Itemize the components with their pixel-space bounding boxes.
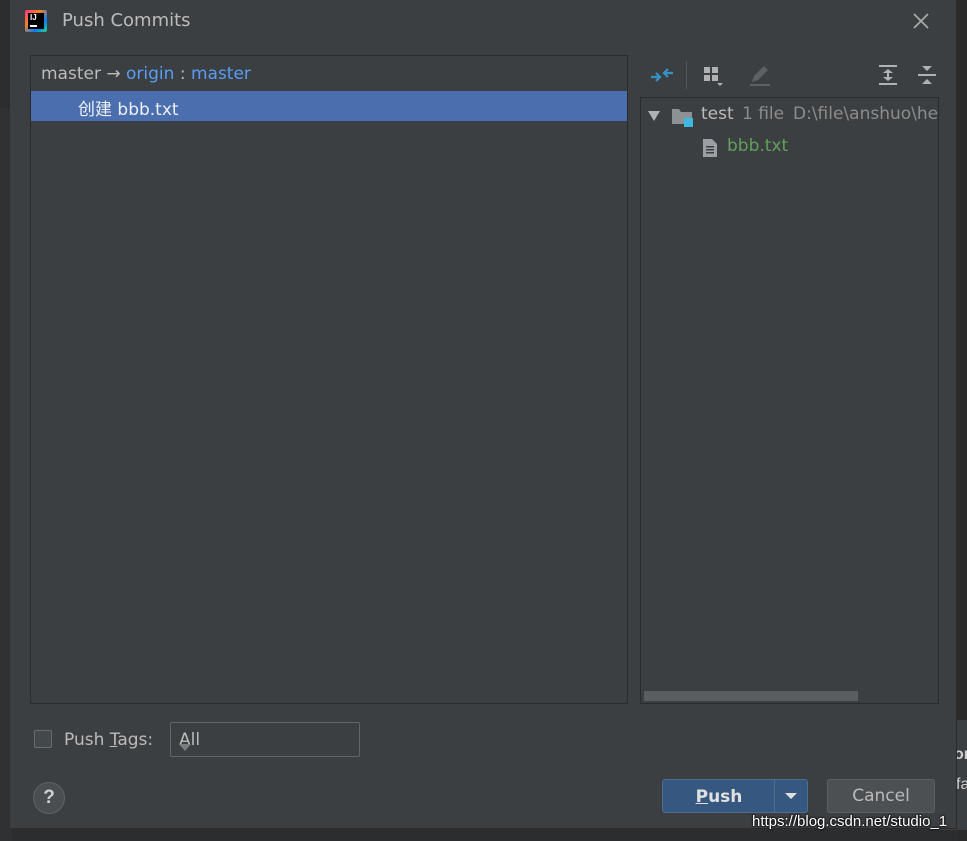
expand-all-icon[interactable] — [875, 62, 901, 88]
changes-toolbar — [640, 58, 940, 94]
module-folder-icon — [671, 106, 695, 133]
horizontal-scrollbar[interactable] — [644, 691, 858, 701]
tree-root-file-count: 1 file — [742, 104, 785, 124]
commit-message: 创建 bbb.txt — [78, 100, 179, 120]
toolbar-separator — [686, 61, 687, 89]
tree-root-path: D:\file\anshuo\he — [793, 104, 939, 124]
tags-select[interactable]: All — [170, 722, 360, 757]
push-tags-label-start: Push — [64, 730, 110, 750]
group-by-icon[interactable] — [700, 62, 726, 88]
push-button[interactable]: Push — [662, 779, 808, 813]
edit-source-icon[interactable] — [747, 62, 773, 88]
push-tags-label-end: ags: — [117, 730, 154, 750]
remote-name-link[interactable]: origin — [126, 64, 174, 84]
push-commits-dialog: IJ Push Commits master → origin : master… — [10, 0, 957, 829]
background-window-edge — [957, 0, 967, 841]
collapse-all-icon[interactable] — [914, 62, 940, 88]
watermark-text: https://blog.csdn.net/studio_1 — [752, 813, 948, 830]
expand-diff-icon[interactable] — [649, 62, 675, 88]
push-dropdown-icon — [785, 793, 797, 799]
push-arrow: → — [106, 64, 121, 84]
push-mnemonic: P — [695, 787, 709, 807]
text-file-icon — [701, 137, 719, 164]
push-tags-label[interactable]: Push Tags: — [64, 730, 153, 750]
push-spec: master → origin : master — [41, 64, 251, 84]
tree-root-name: test — [701, 104, 734, 124]
commit-row[interactable]: 创建 bbb.txt — [31, 91, 627, 121]
push-button-label-rest: ush — [708, 787, 743, 807]
cancel-button[interactable]: Cancel — [827, 779, 935, 813]
push-button-label: Push — [663, 787, 775, 807]
tree-file-name: bbb.txt — [727, 136, 789, 156]
expanded-triangle-icon[interactable] — [647, 108, 661, 128]
intellij-app-icon: IJ — [25, 10, 47, 32]
close-icon[interactable] — [910, 10, 932, 32]
local-branch: master — [41, 64, 101, 84]
commits-panel: master → origin : master 创建 bbb.txt — [30, 55, 628, 704]
background-peek-text-2: fa — [956, 776, 967, 793]
push-tags-checkbox[interactable] — [34, 730, 52, 748]
remote-branch-link[interactable]: master — [191, 64, 251, 84]
remote-separator: : — [179, 64, 186, 84]
dialog-title: Push Commits — [62, 10, 191, 31]
help-button[interactable]: ? — [33, 782, 65, 814]
push-options-dropdown[interactable] — [775, 780, 807, 812]
chevron-down-icon — [179, 737, 349, 757]
changes-tree-panel: test 1 file D:\file\anshuo\he bbb.txt — [640, 97, 939, 704]
